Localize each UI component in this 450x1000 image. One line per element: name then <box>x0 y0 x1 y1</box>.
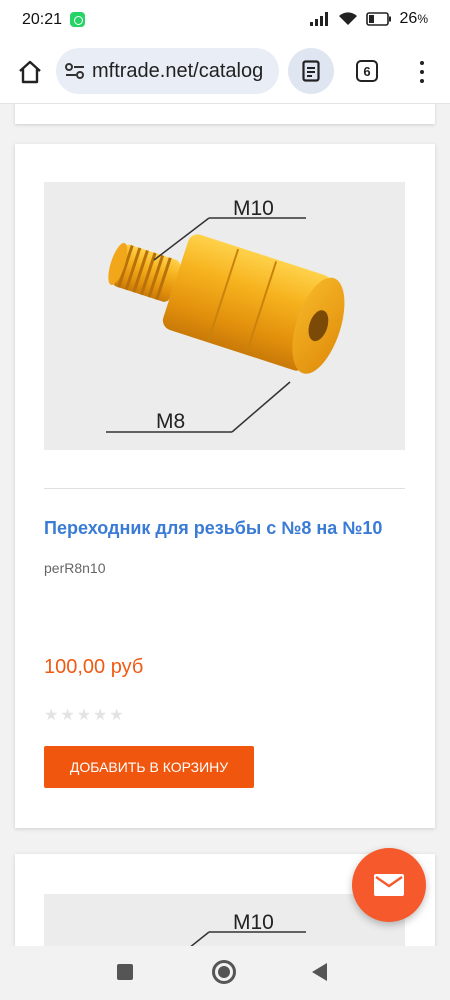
star-icon: ★ <box>93 707 108 724</box>
star-icon: ★ <box>76 707 92 724</box>
image-label-m8: M8 <box>156 410 185 433</box>
mail-icon <box>374 874 404 896</box>
signal-icon <box>309 12 328 26</box>
star-icon: ★ <box>109 707 124 724</box>
site-settings-icon[interactable] <box>64 62 86 80</box>
contact-mail-button[interactable] <box>352 848 426 922</box>
status-bar: 20:21 26% <box>0 0 450 40</box>
card-divider <box>44 488 405 489</box>
home-button[interactable] <box>12 54 48 90</box>
whatsapp-notification-icon <box>70 12 85 27</box>
add-to-cart-button[interactable]: ДОБАВИТЬ В КОРЗИНУ <box>44 746 254 788</box>
tabs-button[interactable]: 6 <box>356 60 378 82</box>
nav-home-button[interactable] <box>212 960 236 984</box>
product-card: M10 M8 Переходник для резьбы с №8 на №10… <box>15 144 435 828</box>
system-nav-bar <box>0 946 450 1000</box>
product-image[interactable]: M10 M8 <box>44 182 405 450</box>
status-time: 20:21 <box>22 11 63 28</box>
recents-button[interactable] <box>117 964 133 980</box>
image-label-m10: M10 <box>233 197 274 220</box>
page-content[interactable]: M10 M8 Переходник для резьбы с №8 на №10… <box>0 104 450 946</box>
battery-icon <box>365 12 391 26</box>
reader-mode-button[interactable] <box>288 48 334 94</box>
star-rating: ★ ★ ★ ★ ★ <box>44 708 124 724</box>
next-product-image[interactable]: M10 <box>44 894 405 946</box>
reader-mode-icon <box>302 60 320 82</box>
previous-product-card <box>15 104 435 124</box>
url-text[interactable]: mftrade.net/catalog <box>92 60 263 83</box>
next-image-label: M10 <box>233 911 274 934</box>
back-button[interactable] <box>312 963 327 981</box>
star-icon: ★ <box>60 707 75 724</box>
address-bar[interactable]: mftrade.net/catalog <box>56 48 279 94</box>
star-icon: ★ <box>44 707 59 724</box>
browser-toolbar: mftrade.net/catalog 6 <box>0 40 450 104</box>
more-menu-icon[interactable] <box>414 58 430 86</box>
battery-percent: 26% <box>399 10 428 27</box>
status-icons: 26% <box>309 10 428 28</box>
adapter-photo: M10 M8 <box>106 197 345 433</box>
next-adapter-photo: M10 <box>190 911 306 946</box>
home-icon <box>19 60 41 84</box>
product-title-link[interactable]: Переходник для резьбы с №8 на №10 <box>44 518 382 539</box>
product-sku: perR8n10 <box>44 560 106 576</box>
product-price: 100,00 руб <box>44 656 144 678</box>
wifi-icon <box>338 12 357 25</box>
